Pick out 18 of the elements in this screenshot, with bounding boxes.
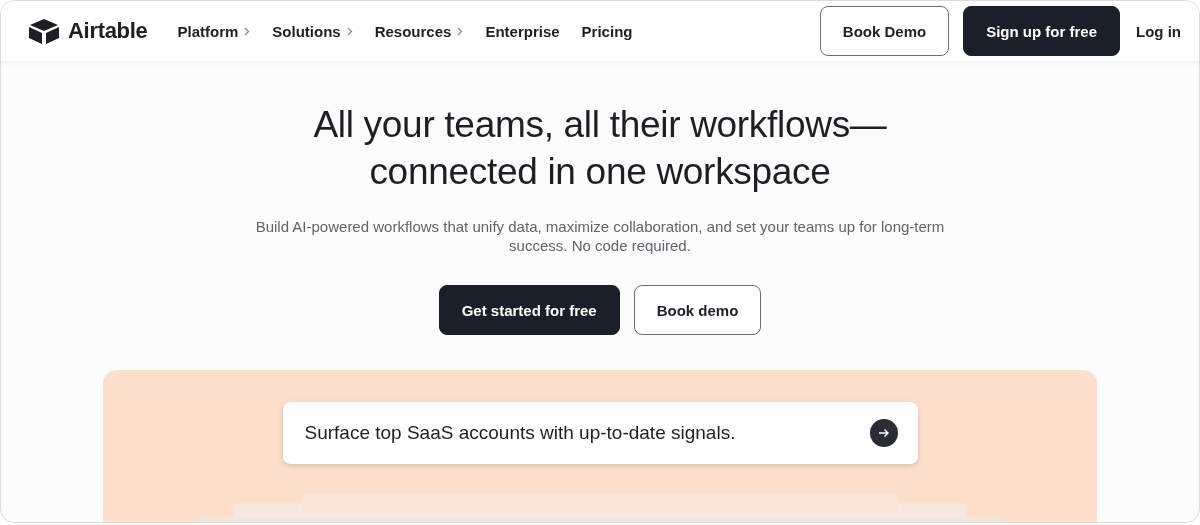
hero-title-line: All your teams, all their workflows— <box>313 103 887 147</box>
get-started-button[interactable]: Get started for free <box>438 285 620 335</box>
signup-button[interactable]: Sign up for free <box>963 6 1120 56</box>
arrow-icon <box>877 427 890 438</box>
logo-icon <box>28 18 60 44</box>
hero-title-line: connected in one workspace <box>368 150 832 194</box>
hero-subtitle: Build AI-powered workflows that unify data, maximize collaboration, and set your teams up for long-term success. No code required. <box>254 217 946 255</box>
arrow-button[interactable] <box>869 418 898 447</box>
nav-link[interactable]: Platform <box>177 22 251 40</box>
book-demo-button[interactable]: Book Demo <box>819 6 950 56</box>
prompt-text: Surface top SaaS accounts with up-to-date signals. <box>304 421 737 444</box>
nav-link[interactable]: Resources <box>374 22 464 40</box>
nav-link[interactable]: Solutions <box>272 22 353 40</box>
nav-link[interactable]: Enterprise <box>485 22 560 40</box>
login-link[interactable]: Log in <box>1136 22 1181 40</box>
book-demo-button[interactable]: Book demo <box>633 285 762 335</box>
logo-wordmark[interactable]: Airtable <box>68 18 148 44</box>
nav-link[interactable]: Pricing <box>581 22 633 40</box>
